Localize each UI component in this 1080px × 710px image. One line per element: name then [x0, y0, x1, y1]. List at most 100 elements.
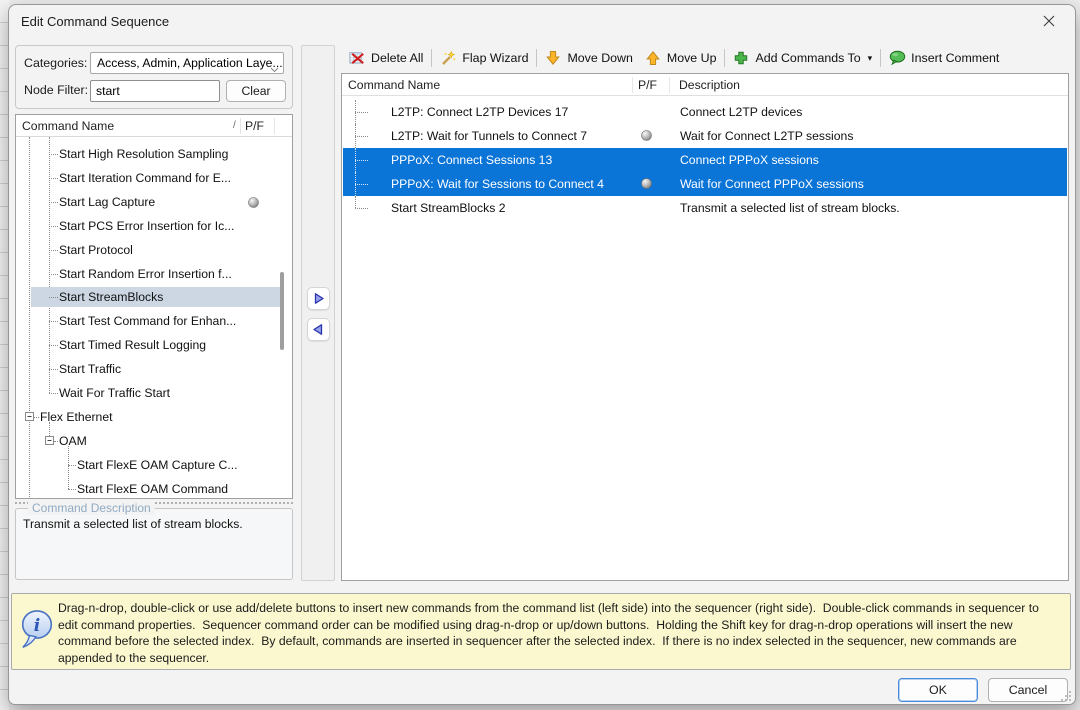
flap-wizard-button[interactable]: Flap Wizard [434, 46, 534, 70]
desktop-background: Edit Command Sequence Categories: Access… [0, 0, 1080, 710]
sequencer-row-description: Connect PPPoX sessions [680, 148, 819, 172]
tree-guide-line [54, 441, 58, 442]
sequencer-row-description: Transmit a selected list of stream block… [680, 196, 900, 220]
close-icon [1043, 14, 1055, 32]
tree-item-label: Start FlexE OAM Command [77, 477, 228, 498]
delete-table-icon [349, 50, 366, 66]
move-down-button[interactable]: Move Down [539, 46, 638, 70]
tree-item-label: Start FlexE OAM Capture C... [77, 453, 238, 477]
tree-item[interactable]: Start Lag Capture [16, 190, 292, 214]
triangle-left-icon [312, 323, 325, 336]
tree-scrollbar-thumb[interactable] [280, 272, 284, 350]
tree-item[interactable]: Start Iteration Command for E... [16, 166, 292, 190]
add-commands-to-label: Add Commands To [755, 51, 860, 65]
pf-sphere-icon [641, 178, 652, 189]
add-to-sequence-button[interactable] [307, 287, 330, 310]
plus-icon [733, 50, 750, 66]
arrow-down-icon [545, 50, 562, 66]
collapse-minus-icon[interactable] [25, 412, 34, 421]
triangle-right-icon [312, 292, 325, 305]
sequencer-row[interactable]: PPPoX: Connect Sessions 13 Connect PPPoX … [343, 148, 1067, 172]
tree-item[interactable]: Start Timed Result Logging [16, 333, 292, 357]
close-button[interactable] [1037, 13, 1061, 33]
clear-button[interactable]: Clear [226, 80, 286, 102]
wand-icon [440, 50, 457, 66]
pf-sphere-icon [248, 197, 259, 208]
tree-guide-line [49, 154, 58, 155]
tree-guide-line [68, 465, 76, 466]
sequencer-row-name: L2TP: Wait for Tunnels to Connect 7 [391, 124, 587, 148]
header-separator [240, 118, 241, 134]
comment-icon [889, 50, 906, 66]
sequencer-row[interactable]: L2TP: Wait for Tunnels to Connect 7Wait … [343, 124, 1067, 148]
tree-item[interactable]: Start FlexE OAM Capture C... [16, 453, 292, 477]
tree-guide-line [49, 345, 58, 346]
tree-item[interactable]: Start Traffic [16, 357, 292, 381]
info-icon: i [20, 609, 54, 651]
insert-comment-button[interactable]: Insert Comment [883, 46, 1005, 70]
categories-dropdown[interactable]: Access, Admin, Application Laye... [90, 52, 284, 74]
seq-header-description[interactable]: Description [679, 78, 740, 92]
tree-item[interactable]: Start High Resolution Sampling [16, 142, 292, 166]
insert-comment-label: Insert Comment [911, 51, 999, 65]
categories-value: Access, Admin, Application Laye... [97, 56, 283, 70]
seq-header-pf[interactable]: P/F [638, 78, 657, 92]
edit-command-sequence-dialog: Edit Command Sequence Categories: Access… [8, 4, 1076, 705]
header-separator [669, 77, 670, 93]
toolbar-separator [880, 49, 881, 67]
tree-item-label: Start Test Command for Enhan... [59, 309, 236, 333]
tree-item[interactable]: Start Test Command for Enhan... [16, 309, 292, 333]
add-commands-to-button[interactable]: Add Commands To▾ [727, 46, 878, 70]
sequencer-row-name: PPPoX: Connect Sessions 13 [391, 148, 552, 172]
tree-item-label: OAM [59, 429, 87, 453]
tree-guide-line [68, 489, 76, 490]
delete-all-label: Delete All [371, 51, 423, 65]
tree-item[interactable]: Start Random Error Insertion f... [16, 262, 292, 286]
sequencer-row[interactable]: L2TP: Connect L2TP Devices 17Connect L2T… [343, 100, 1067, 124]
node-filter-input[interactable] [90, 80, 220, 102]
transfer-panel [301, 45, 335, 581]
info-panel: i Drag-n-drop, double-click or use add/d… [11, 593, 1071, 670]
tree-item-label: Start Traffic [59, 357, 121, 381]
ok-button[interactable]: OK [898, 678, 978, 702]
tree-item-label: Start High Resolution Sampling [59, 142, 228, 166]
move-up-button[interactable]: Move Up [639, 46, 723, 70]
resize-grip[interactable] [1059, 689, 1072, 702]
tree-header-pf[interactable]: P/F [245, 119, 264, 133]
command-description-title: Command Description [28, 501, 155, 515]
node-filter-label: Node Filter: [24, 83, 88, 97]
sequencer-row-name: L2TP: Connect L2TP Devices 17 [391, 100, 568, 124]
sequencer-row[interactable]: PPPoX: Wait for Sessions to Connect 4Wai… [343, 172, 1067, 196]
tree-item[interactable]: OAM [16, 429, 292, 453]
remove-from-sequence-button[interactable] [307, 318, 330, 341]
tree-item[interactable]: Wait For Traffic Start [16, 381, 292, 405]
tree-guide-line [49, 297, 58, 298]
tree-item[interactable]: Start PCS Error Insertion for Ic... [16, 214, 292, 238]
tree-item[interactable]: Flex Ethernet [16, 405, 292, 429]
tree-item[interactable]: Start Protocol [16, 238, 292, 262]
tree-item-label: Start PCS Error Insertion for Ic... [59, 214, 234, 238]
tree-item[interactable]: Start StreamBlocks [16, 285, 292, 309]
sequencer-list: L2TP: Connect L2TP Devices 17Connect L2T… [342, 96, 1068, 580]
header-separator [274, 118, 275, 134]
collapse-minus-icon[interactable] [45, 436, 54, 445]
toolbar-separator [724, 49, 725, 67]
svg-text:i: i [34, 616, 40, 636]
tree-guide-line [355, 112, 368, 113]
tree-guide-line [355, 160, 368, 161]
move-down-label: Move Down [567, 51, 632, 65]
tree-guide-line [355, 208, 368, 209]
tree-guide-line [49, 393, 58, 394]
seq-header-command-name[interactable]: Command Name [348, 78, 440, 92]
sequencer-row[interactable]: Start StreamBlocks 2Transmit a selected … [343, 196, 1067, 220]
cancel-button[interactable]: Cancel [988, 678, 1068, 702]
tree-guide-line [49, 274, 58, 275]
delete-all-button[interactable]: Delete All [343, 46, 429, 70]
filters-groupbox: Categories: Access, Admin, Application L… [15, 45, 293, 109]
tree-guide-line [355, 136, 368, 137]
tree-item-label: Start Random Error Insertion f... [59, 262, 232, 286]
tree-header-command-name[interactable]: Command Name [22, 119, 114, 133]
flap-wizard-label: Flap Wizard [462, 51, 528, 65]
chevron-down-icon [270, 62, 279, 74]
tree-item[interactable]: Start FlexE OAM Command [16, 477, 292, 498]
